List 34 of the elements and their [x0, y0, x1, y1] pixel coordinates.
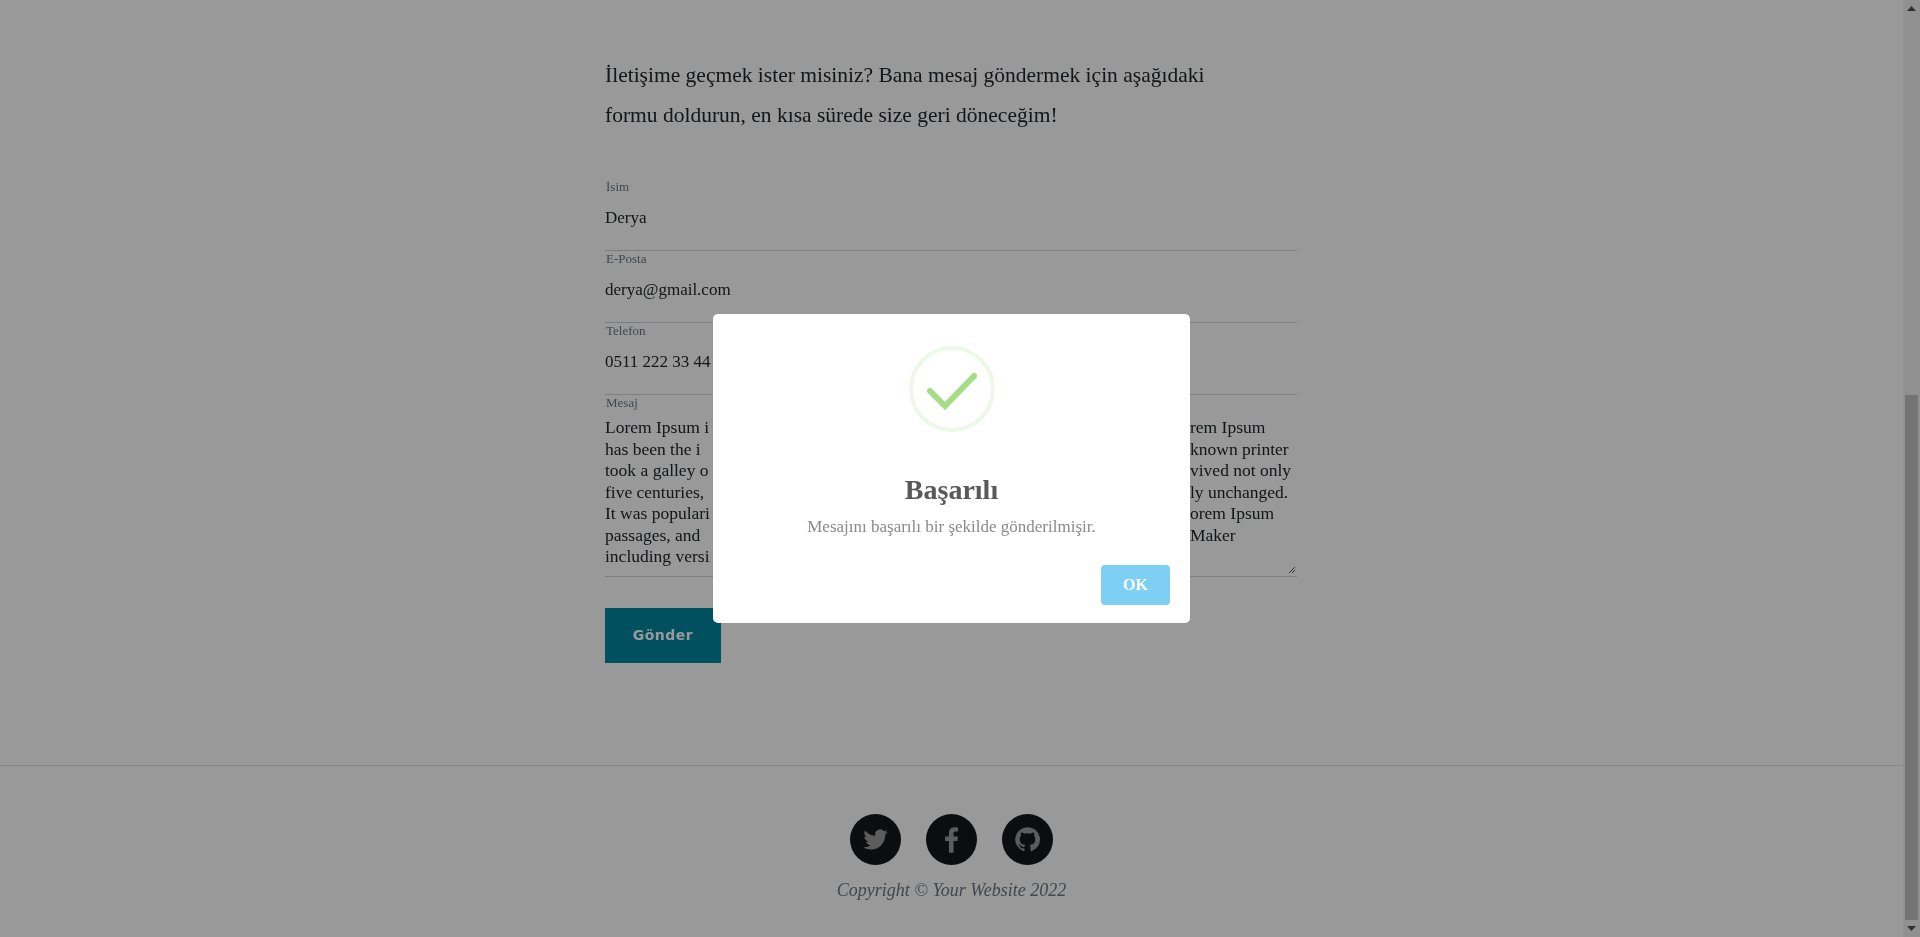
field-label: E-Posta — [606, 251, 648, 267]
message-text: known printer — [1190, 438, 1289, 460]
message-text: has been the i — [605, 438, 701, 460]
field-label: Telefon — [606, 323, 647, 339]
scrollbar[interactable] — [1903, 0, 1920, 937]
message-text: vived not only — [1190, 460, 1292, 482]
message-text: ly unchanged. — [1190, 481, 1289, 503]
message-text: passages, and — [605, 524, 701, 546]
field-label: Mesaj — [606, 395, 639, 411]
twitter-bird-icon[interactable] — [850, 813, 901, 865]
field-label: İsim — [606, 179, 631, 195]
field-value: Derya — [605, 207, 648, 229]
message-text: Maker — [1190, 524, 1236, 546]
facebook-f-icon[interactable] — [926, 813, 977, 865]
resize-grip-icon[interactable] — [1288, 565, 1296, 574]
intro-text: İletişime geçmek ister misiniz? Bana mesaj göndermek için aşağıdaki formu doldurun, en kısa sürede size geri döneceğim! — [605, 62, 1206, 129]
message-text: rem Ipsum — [1190, 417, 1266, 439]
dialog-title: Başarılı — [904, 473, 999, 507]
dialog-message: Mesajını başarılı bir şekilde gönderilmişir. — [807, 517, 1096, 537]
github-cat-icon[interactable] — [1002, 813, 1053, 865]
field-value: derya@gmail.com — [605, 279, 732, 301]
scroll-down-icon[interactable] — [1907, 926, 1916, 931]
message-text: It was populari — [605, 503, 710, 525]
scrollbar-thumb[interactable] — [1905, 395, 1918, 920]
message-text: Lorem Ipsum i — [605, 417, 709, 439]
field-value: 0511 222 33 44 — [605, 351, 712, 373]
message-text: orem Ipsum — [1190, 503, 1275, 525]
message-text: including versi — [605, 546, 710, 568]
checkmark-icon — [907, 345, 996, 433]
message-text: five centuries, — [605, 481, 705, 503]
message-text: took a galley o — [605, 460, 709, 482]
copyright-text: Copyright © Your Website 2022 — [836, 879, 1067, 901]
text-field[interactable]: İsim Derya — [605, 179, 1297, 251]
scroll-up-icon[interactable] — [1907, 6, 1916, 11]
